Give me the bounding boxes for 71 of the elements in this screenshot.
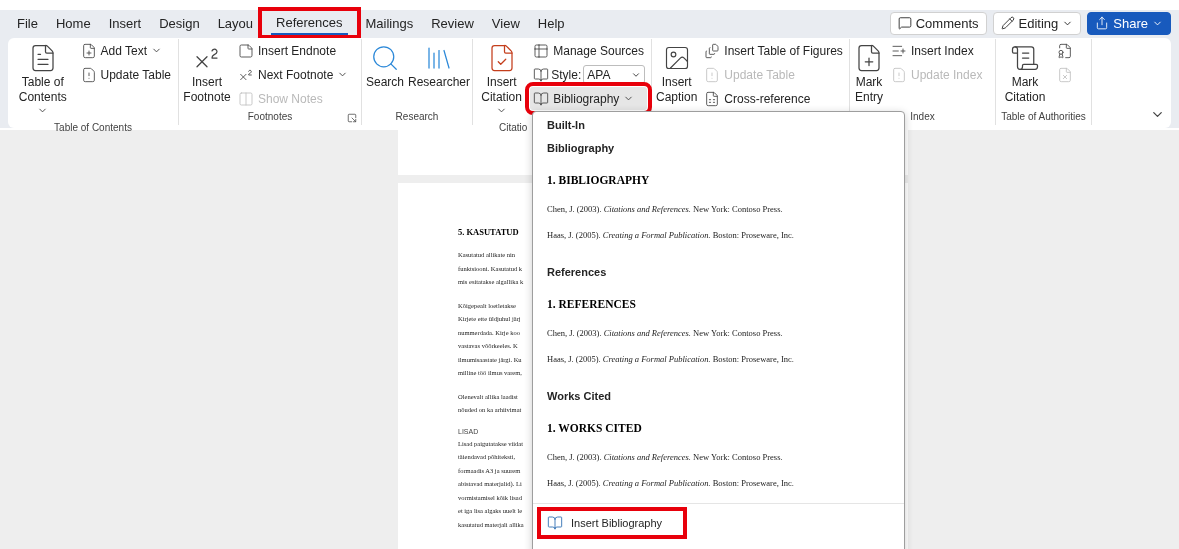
document-alert-icon [80,66,97,83]
ribbon-button[interactable]: Manage Sources [530,39,647,62]
share-button[interactable]: Share [1087,11,1171,35]
bibliography-style-option[interactable]: Works Cited 1. WORKS CITED Chen, J. (2003). Citations and References. New York: Contoso Press. Haas, J. (2005). Creating a Formal Publication. Boston: Proseware, Inc. [533,383,904,507]
menu-tab[interactable]: Help [528,11,574,35]
search-icon [370,43,400,73]
ribbon-button[interactable]: Researcher [408,39,471,111]
ribbon-button[interactable]: Insert Caption [656,39,698,111]
ribbon-button[interactable]: Insert Endnote [235,39,352,62]
ribbon-button[interactable]: Add Text [77,39,174,62]
document-heading: 5. KASUTATUD [458,227,519,237]
ribbon-button[interactable]: Mark Entry [854,39,884,111]
ribbon-button[interactable]: Insert Index [888,39,986,62]
menu-tab[interactable]: Review [422,11,483,35]
group-label: Table of Authorities [1001,111,1086,124]
preview-entry: Haas, J. (2005). Creating a Formal Publication. Boston: Proseware, Inc. [547,478,795,488]
preview-entry: Chen, J. (2003). Citations and References. New York: Contoso Press. [547,452,784,462]
option-title: Works Cited [547,390,612,402]
document-alert-icon [704,66,721,83]
editing-button[interactable]: Editing [992,11,1082,35]
ribbon-button[interactable]: Update Table [77,63,174,86]
menu-tab[interactable]: References [258,7,361,39]
group-label: Footnotes [247,111,293,124]
preview-heading: 1. WORKS CITED [547,422,643,434]
preview-heading: 1. BIBLIOGRAPHY [547,174,651,186]
insert-bibliography-item[interactable]: Insert Bibliography [541,511,683,535]
comments-button[interactable]: Comments [889,11,987,35]
preview-heading: 1. REFERENCES [547,298,637,310]
book-icon [547,515,563,531]
ribbon-button[interactable]: Search [366,39,404,111]
ribbon-button[interactable]: Insert Table of Figures [701,39,846,62]
comment-icon [897,16,912,30]
menu-tab[interactable]: Home [46,11,100,35]
group-label: Index [910,111,935,124]
preview-entry: Haas, J. (2005). Creating a Formal Publication. Boston: Proseware, Inc. [547,354,795,364]
endnote-icon [238,42,254,59]
style-label: Style: [551,67,582,82]
cross-reference-icon [704,90,721,107]
book-icon [533,90,550,107]
ribbon-button[interactable]: Cross-reference [701,87,846,110]
book-icon [533,66,550,83]
menu-tab[interactable]: View [482,11,529,35]
option-title: Bibliography [547,142,616,154]
document-alert-icon [1057,66,1073,83]
group-label: Citatio [499,122,528,135]
menu-tab[interactable]: Insert [99,11,151,35]
menu-tab[interactable]: Design [150,11,209,35]
scroll-icon [1010,43,1040,73]
document-plus-icon [80,42,97,59]
ribbon-button[interactable]: Next Footnote [235,63,352,86]
ribbon-button[interactable]: Table of Contents [12,39,74,122]
dialog-launcher-icon[interactable] [347,113,357,123]
bibliography-style-option[interactable]: Bibliography 1. BIBLIOGRAPHY Chen, J. (2003). Citations and References. New York: Contoso Press. Haas, J. (2005). Creating a Formal Publication. Boston: Proseware, Inc. [533,135,904,259]
group-label: Research [395,111,439,124]
preview-entry: Haas, J. (2005). Creating a Formal Publication. Boston: Proseware, Inc. [547,230,795,240]
ribbon-button[interactable]: Mark Citation [1000,39,1050,111]
ribbon-button[interactable]: Insert Footnote [183,39,231,111]
preview-entry: Chen, J. (2003). Citations and References. New York: Contoso Press. [547,328,784,338]
share-icon [1095,16,1110,30]
preview-entry: Chen, J. (2003). Citations and References. New York: Contoso Press. [547,204,784,214]
group-label: Table of Contents [54,122,132,135]
notes-icon [238,90,254,107]
option-title: References [547,266,608,278]
table-icon [533,42,550,59]
menu-header: Built-In [546,118,586,133]
document-badge-icon [1057,42,1073,59]
bibliography-style-option[interactable]: References 1. REFERENCES Chen, J. (2003). Citations and References. New York: Contoso Press. Haas, J. (2005). Creating a Formal Publication. Boston: Proseware, Inc. [533,259,904,383]
menu-tab[interactable]: File [8,11,47,35]
ribbon-button[interactable]: Insert Citation [477,39,527,122]
pencil-icon [1000,16,1015,30]
document-alert-icon [891,66,907,83]
